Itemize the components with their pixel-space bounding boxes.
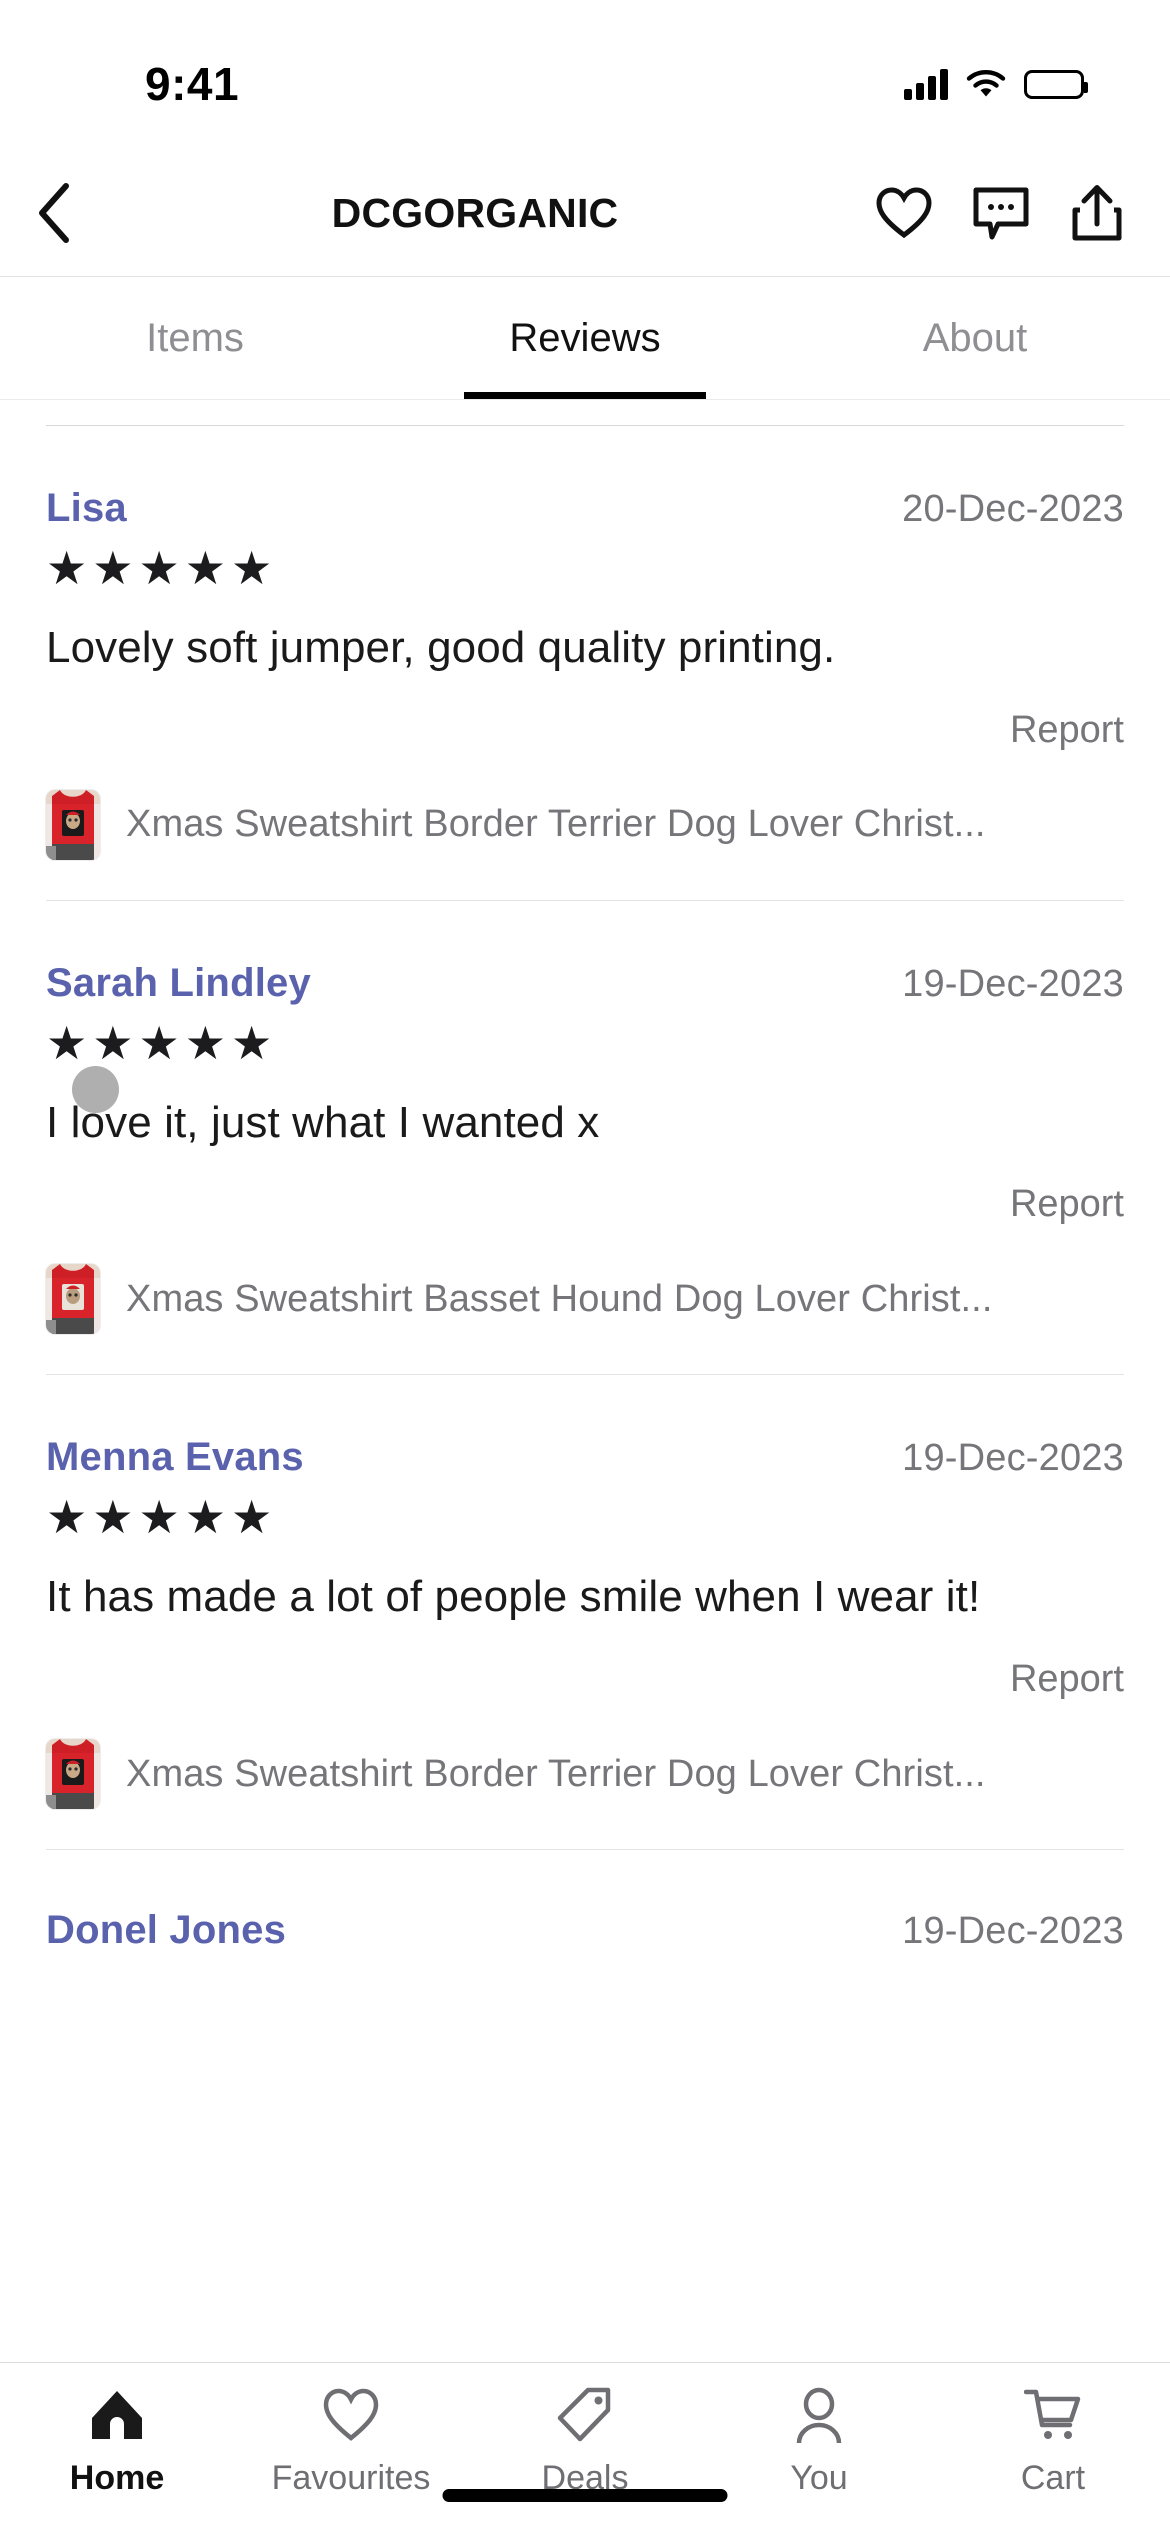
status-indicators — [904, 68, 1088, 100]
tab-about-label: About — [922, 315, 1028, 360]
reviewed-item-title: Xmas Sweatshirt Border Terrier Dog Lover… — [126, 803, 986, 846]
status-time: 9:41 — [145, 58, 240, 110]
nav-item-you[interactable]: You — [702, 2385, 936, 2498]
tab-items-label: Items — [146, 315, 244, 360]
review-date: 19-Dec-2023 — [902, 962, 1124, 1005]
review-item: Menna Evans 19-Dec-2023 ★ ★ ★ ★ ★ It has… — [0, 1375, 1170, 1810]
star-rating: ★ ★ ★ ★ ★ — [46, 1020, 1124, 1066]
review-text: I love it, just what I wanted x — [46, 1097, 600, 1147]
review-header: Donel Jones 19-Dec-2023 — [46, 1850, 1124, 1953]
reviewed-item-row[interactable]: Xmas Sweatshirt Border Terrier Dog Lover… — [46, 789, 1124, 860]
report-review-link[interactable]: Report — [46, 709, 1124, 752]
nav-item-favourites[interactable]: Favourites — [234, 2385, 468, 2498]
review-header: Menna Evans 19-Dec-2023 — [46, 1375, 1124, 1480]
nav-item-home-label: Home — [69, 2459, 165, 2497]
tab-reviews-label: Reviews — [509, 315, 661, 360]
star-icon: ★ — [46, 542, 88, 594]
reviews-list[interactable]: Lisa 20-Dec-2023 ★ ★ ★ ★ ★ Lovely soft j… — [0, 400, 1170, 2362]
share-icon — [1072, 185, 1122, 241]
heart-icon — [323, 2385, 379, 2445]
nav-item-cart-label: Cart — [1020, 2459, 1086, 2497]
report-review-link[interactable]: Report — [46, 1658, 1124, 1701]
header-actions — [876, 183, 1170, 243]
back-chevron-icon — [39, 183, 69, 243]
star-icon: ★ — [92, 542, 134, 594]
review-text: It has made a lot of people smile when I… — [46, 1572, 981, 1622]
review-header: Sarah Lindley 19-Dec-2023 — [46, 901, 1124, 1006]
star-icon: ★ — [92, 1016, 134, 1069]
red-dog-sweatshirt-photo — [46, 789, 100, 860]
tab-reviews[interactable]: Reviews — [390, 277, 780, 399]
reviewer-name-link[interactable]: Lisa — [46, 486, 127, 531]
star-rating: ★ ★ ★ ★ ★ — [46, 1494, 1124, 1540]
phone-screen: 9:41 DCGORGANIC Items Reviews About Lisa… — [0, 0, 1170, 2532]
review-item: Lisa 20-Dec-2023 ★ ★ ★ ★ ★ Lovely soft j… — [0, 426, 1170, 860]
cellular-signal-icon — [904, 68, 948, 100]
message-shop-button[interactable] — [972, 186, 1030, 240]
status-bar: 9:41 — [0, 0, 1170, 150]
star-icon: ★ — [231, 1016, 273, 1069]
star-icon: ★ — [184, 1016, 226, 1069]
star-icon: ★ — [92, 1491, 134, 1544]
review-date: 20-Dec-2023 — [902, 488, 1124, 530]
star-icon: ★ — [231, 1491, 273, 1544]
star-icon: ★ — [138, 542, 180, 594]
reviewer-name-link[interactable]: Sarah Lindley — [46, 961, 311, 1006]
nav-item-deals[interactable]: Deals — [468, 2385, 702, 2498]
tab-about[interactable]: About — [780, 277, 1170, 399]
review-item: Donel Jones 19-Dec-2023 — [0, 1850, 1170, 1953]
review-item: Sarah Lindley 19-Dec-2023 ★ ★ ★ ★ ★ I lo… — [0, 901, 1170, 1335]
home-indicator — [442, 2489, 728, 2502]
review-text: Lovely soft jumper, good quality printin… — [46, 623, 836, 672]
battery-icon — [1024, 69, 1088, 99]
nav-item-favourites-label: Favourites — [271, 2459, 431, 2497]
star-icon: ★ — [184, 1491, 226, 1544]
bottom-navigation: Home Favourites Deals You Cart — [0, 2362, 1170, 2532]
review-date: 19-Dec-2023 — [902, 1910, 1124, 1953]
tag-icon — [557, 2385, 613, 2445]
favourite-shop-button[interactable] — [876, 187, 932, 239]
review-date: 19-Dec-2023 — [902, 1437, 1124, 1480]
reviewed-item-row[interactable]: Xmas Sweatshirt Basset Hound Dog Lover C… — [46, 1264, 1124, 1335]
star-rating: ★ ★ ★ ★ ★ — [46, 545, 1124, 591]
star-icon: ★ — [184, 542, 226, 594]
wifi-icon — [966, 69, 1006, 99]
shop-tabs: Items Reviews About — [0, 277, 1170, 400]
star-icon: ★ — [231, 542, 273, 594]
tab-items[interactable]: Items — [0, 277, 390, 399]
star-icon: ★ — [138, 1016, 180, 1069]
star-icon: ★ — [46, 1491, 88, 1544]
chat-bubble-icon — [973, 187, 1029, 240]
reviewed-item-title: Xmas Sweatshirt Basset Hound Dog Lover C… — [126, 1277, 993, 1320]
reviewed-item-title: Xmas Sweatshirt Border Terrier Dog Lover… — [126, 1752, 986, 1795]
person-icon — [791, 2385, 847, 2445]
shop-header: DCGORGANIC — [0, 150, 1170, 277]
back-button[interactable] — [0, 150, 110, 276]
reviewer-name-link[interactable]: Donel Jones — [46, 1908, 286, 1953]
reviewer-name-link[interactable]: Menna Evans — [46, 1435, 304, 1480]
cart-icon — [1024, 2385, 1082, 2445]
nav-item-cart[interactable]: Cart — [936, 2385, 1170, 2498]
nav-item-you-label: You — [790, 2459, 848, 2497]
report-review-link[interactable]: Report — [46, 1183, 1124, 1226]
star-icon: ★ — [138, 1491, 180, 1544]
reviewed-item-row[interactable]: Xmas Sweatshirt Border Terrier Dog Lover… — [46, 1739, 1124, 1810]
nav-item-home[interactable]: Home — [0, 2385, 234, 2498]
red-dog-sweatshirt-photo — [46, 1739, 100, 1810]
heart-icon — [876, 187, 932, 239]
share-shop-button[interactable] — [1070, 183, 1124, 243]
star-icon: ★ — [46, 1016, 88, 1069]
home-icon — [88, 2385, 146, 2445]
review-header: Lisa 20-Dec-2023 — [46, 426, 1124, 531]
red-dog-sweatshirt-photo — [46, 1264, 100, 1335]
